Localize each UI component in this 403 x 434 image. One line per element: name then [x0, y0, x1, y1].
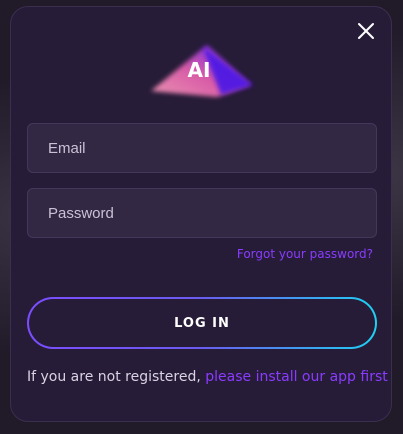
password-field[interactable]: [27, 188, 377, 238]
close-button[interactable]: [356, 21, 376, 41]
register-prefix: If you are not registered,: [27, 369, 201, 385]
login-button[interactable]: LOG IN: [27, 297, 377, 349]
close-icon: [358, 23, 374, 39]
login-modal: AI Forgot your password? LOG IN If you a…: [10, 6, 392, 422]
email-field[interactable]: [27, 123, 377, 173]
forgot-password-link[interactable]: Forgot your password?: [237, 247, 373, 261]
logo-text: AI: [188, 58, 211, 82]
login-button-label: LOG IN: [29, 299, 375, 347]
install-app-link[interactable]: please install our app first: [205, 369, 388, 385]
register-note: If you are not registered, please instal…: [27, 369, 388, 385]
ai-logo: AI: [151, 45, 253, 97]
